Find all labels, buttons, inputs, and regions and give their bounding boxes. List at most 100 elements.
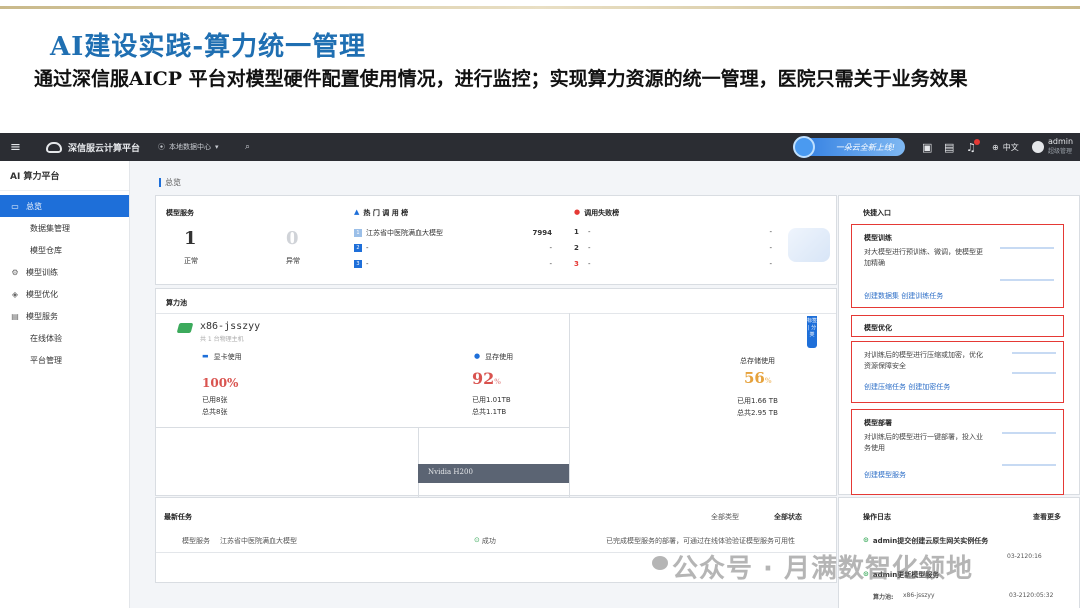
gpu-icon: ▬ xyxy=(202,352,209,360)
gpu-usage-label: ▬ 显卡使用 xyxy=(202,352,242,362)
memory-label-text: 显存使用 xyxy=(485,353,514,361)
language-selector[interactable]: ⊕ 中文 xyxy=(992,133,1019,161)
gpu-model-bar: Nvidia H200 xyxy=(418,464,569,483)
monitor-icon: ▤ xyxy=(11,311,19,321)
gpu-used: 已用8张 xyxy=(202,396,228,404)
fail-rank-row[interactable]: 1 - - xyxy=(574,228,772,236)
normal-count: 1 xyxy=(184,228,197,249)
task-status-filter[interactable]: 全部状态 xyxy=(774,512,802,522)
search-icon[interactable]: ⌕ xyxy=(245,133,250,161)
task-status-text: 成功 xyxy=(481,537,496,545)
bell-icon[interactable]: ♫ xyxy=(966,133,980,161)
card-title: 模型训练 xyxy=(864,234,892,242)
view-more-link[interactable]: 查看更多 xyxy=(1033,512,1061,522)
sidebar: AI 算力平台 ▭ 总览 数据集管理 模型仓库 ⚙ 模型训练 ◈ 模型优化 ▤ … xyxy=(0,161,130,608)
rank-number: 3 xyxy=(574,260,579,268)
memory-percent-unit: % xyxy=(494,377,501,386)
save-icon[interactable]: ▣ xyxy=(922,133,932,161)
success-icon: ⊙ xyxy=(474,536,480,544)
product-logo[interactable]: 深信服云计算平台 xyxy=(46,133,140,161)
fail-rank-label: 调用失败榜 xyxy=(584,209,620,217)
rank-value: - xyxy=(549,260,552,268)
sidebar-item-model-repo[interactable]: 模型仓库 xyxy=(0,239,129,261)
divider xyxy=(156,427,569,428)
side-tag[interactable]: 标签 | 分类 xyxy=(807,316,817,348)
region-label: 本地数据中心 xyxy=(169,143,211,151)
fail-rank-row[interactable]: 2 - - xyxy=(574,244,772,252)
hot-rank-row[interactable]: 3 - - xyxy=(354,260,552,268)
log-dot-icon: ⊙ xyxy=(863,536,869,544)
log-footer-time: 03-2120:05:32 xyxy=(1009,592,1054,599)
log-footer-label: 算力池: xyxy=(873,594,894,601)
quick-card-optimize-header[interactable]: 模型优化 xyxy=(851,315,1064,337)
memory-total: 总共1.1TB xyxy=(472,408,507,416)
avatar[interactable] xyxy=(1032,141,1044,153)
gpu-total: 总共8张 xyxy=(202,408,228,416)
banner-text: 一朵云全新上线! xyxy=(835,142,895,152)
storage-percent-unit: % xyxy=(764,376,772,385)
operation-log-label: 操作日志 xyxy=(863,513,891,521)
sidebar-item-label: 模型服务 xyxy=(26,311,58,321)
gpu-label-text: 显卡使用 xyxy=(213,353,242,361)
notification-dot xyxy=(973,139,980,145)
node-subtitle: 共 1 台物理主机 xyxy=(200,336,244,343)
card-links[interactable]: 创建压缩任务 创建加密任务 xyxy=(864,382,950,392)
sidebar-item-label: 总览 xyxy=(26,201,42,211)
gear-icon: ⚙ xyxy=(11,267,19,277)
card-description: 对大模型进行预训练、微调，使模型更加精确 xyxy=(864,248,983,267)
announcement-banner[interactable]: 一朵云全新上线! xyxy=(793,136,905,158)
sidebar-item-overview[interactable]: ▭ 总览 xyxy=(0,195,129,217)
breadcrumb: 总览 xyxy=(159,177,181,188)
memory-usage-label: ● 显存使用 xyxy=(474,352,513,362)
rank-number: 2 xyxy=(354,244,362,252)
latest-tasks-label: 最新任务 xyxy=(164,513,192,521)
hot-rank-row[interactable]: 1 江苏省中医院满血大模型 7994 xyxy=(354,228,552,238)
task-name[interactable]: 江苏省中医院满血大模型 xyxy=(220,536,297,546)
card-links[interactable]: 创建数据集 创建训练任务 xyxy=(864,291,943,301)
sidebar-item-label: 在线体验 xyxy=(30,333,62,343)
card-title: 模型部署 xyxy=(864,419,892,427)
location-icon: ⦿ xyxy=(158,143,165,151)
rank-number: 2 xyxy=(574,244,579,252)
fail-rank-row[interactable]: 3 - - xyxy=(574,260,772,268)
sidebar-item-dataset[interactable]: 数据集管理 xyxy=(0,217,129,239)
card-description: 对训练后的模型进行压缩或加密，优化资源保障安全 xyxy=(864,351,983,370)
hot-rank-row[interactable]: 2 - - xyxy=(354,244,552,252)
region-selector[interactable]: ⦿ 本地数据中心 ▾ xyxy=(158,133,219,161)
storage-used: 已用1.66 TB xyxy=(737,397,778,405)
quick-card-deploy[interactable]: 模型部署 对训练后的模型进行一键部署，投入业务使用 创建模型服务 xyxy=(851,409,1064,495)
task-type-filter[interactable]: 全部类型 xyxy=(711,512,739,522)
sidebar-item-label: 模型仓库 xyxy=(30,245,62,255)
wechat-icon xyxy=(652,556,668,570)
sidebar-item-label: 平台管理 xyxy=(30,355,62,365)
sidebar-item-optimize[interactable]: ◈ 模型优化 xyxy=(0,283,129,305)
document-icon[interactable]: ▤ xyxy=(944,133,954,161)
sidebar-item-service[interactable]: ▤ 模型服务 xyxy=(0,305,129,327)
card-description: 对训练后的模型进行一键部署，投入业务使用 xyxy=(864,433,983,452)
node-name[interactable]: x86-jsszyy xyxy=(200,321,260,332)
rank-name: - xyxy=(366,244,369,252)
globe-icon: ⊕ xyxy=(992,142,999,152)
sidebar-item-training[interactable]: ⚙ 模型训练 xyxy=(0,261,129,283)
sidebar-item-online[interactable]: 在线体验 xyxy=(0,327,129,349)
storage-percent-value: 56 xyxy=(744,369,765,387)
card-links[interactable]: 创建模型服务 xyxy=(864,470,906,480)
training-illustration xyxy=(1000,247,1054,281)
card-title: 模型优化 xyxy=(864,324,892,332)
quick-card-training[interactable]: 模型训练 对大模型进行预训练、微调，使模型更加精确 创建数据集 创建训练任务 xyxy=(851,224,1064,308)
top-rule xyxy=(0,6,1080,9)
normal-label: 正常 xyxy=(184,257,198,265)
user-menu[interactable]: admin 超级管理 xyxy=(1048,133,1073,161)
log-text: admin提交创建云原生网关实例任务 xyxy=(872,537,989,545)
log-time: 03-2120:16 xyxy=(1007,553,1042,560)
divider xyxy=(156,313,836,314)
nvidia-icon xyxy=(176,323,194,333)
alert-icon: ● xyxy=(574,208,581,216)
rank-value: - xyxy=(549,244,552,252)
model-service-label: 模型服务 xyxy=(166,209,194,217)
task-description: 已完成模型服务的部署，可通过在线体验验证模型服务可用性 xyxy=(606,537,795,545)
menu-icon[interactable]: ≡ xyxy=(10,133,21,161)
overview-panel: 模型服务 1 正常 0 异常 ▲ 热 门 调 用 榜 1 江苏省中医院满血大模型… xyxy=(155,195,837,285)
quick-card-optimize[interactable]: 对训练后的模型进行压缩或加密，优化资源保障安全 创建压缩任务 创建加密任务 xyxy=(851,341,1064,403)
sidebar-item-platform[interactable]: 平台管理 xyxy=(0,349,129,371)
